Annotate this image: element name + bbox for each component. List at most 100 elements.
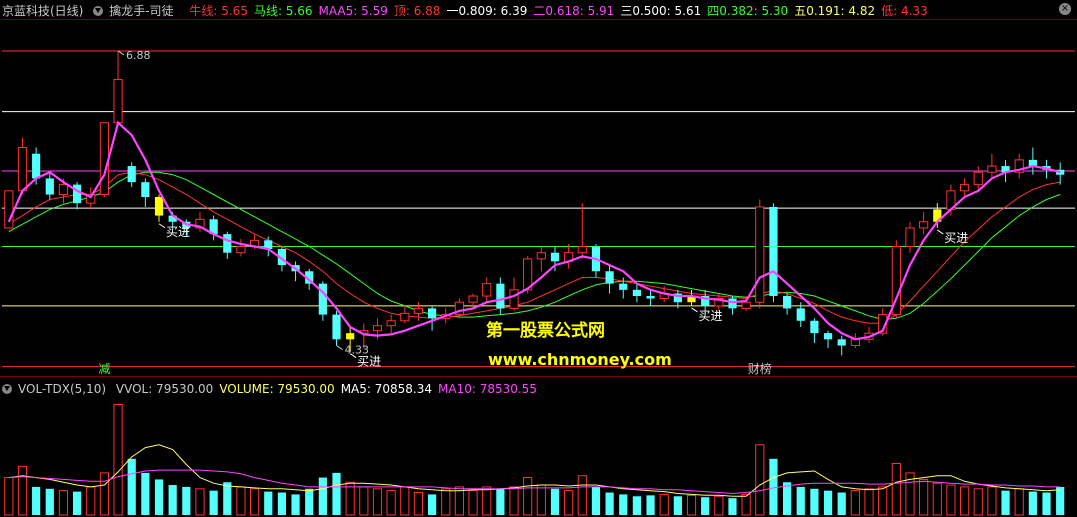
volume-bar (823, 490, 833, 515)
candle-body (509, 289, 519, 309)
volume-bar (195, 488, 205, 516)
candle-body (386, 320, 396, 327)
candle-body (810, 320, 819, 334)
candle-body (32, 153, 41, 179)
volume-bar (646, 495, 655, 515)
volume-bar (45, 488, 54, 515)
candle-body (400, 312, 410, 322)
volume-bar (86, 486, 96, 516)
volume-bar (632, 496, 641, 515)
high-label: 6.88 (126, 49, 151, 62)
volume-bar (550, 488, 560, 515)
candle-body (536, 252, 546, 260)
volume-bar (154, 479, 164, 515)
volume-bar (386, 490, 396, 516)
candle-body (605, 271, 614, 284)
volume-bar (659, 493, 669, 516)
volume-bar (714, 495, 724, 516)
buy-label: 买进 (357, 355, 381, 369)
candle-body (45, 178, 54, 195)
volume-bar (509, 486, 519, 516)
volume-bar (99, 472, 110, 516)
buy-label: 买进 (166, 225, 190, 239)
candle-body (372, 325, 383, 332)
candle-body (960, 184, 970, 192)
volume-bar (619, 494, 628, 515)
buy-pointer (691, 307, 698, 313)
volume-bar (741, 493, 751, 516)
volume-bar (1001, 490, 1010, 515)
watermark-title: 第一股票公式网 (486, 321, 605, 341)
volume-bar (605, 492, 614, 515)
candle-body (127, 166, 136, 183)
volume-bar (250, 488, 260, 516)
volume-bar (58, 490, 69, 516)
volume-bar (1028, 491, 1037, 515)
volume-bar (372, 488, 383, 516)
candle-body (332, 314, 341, 340)
candle-body (468, 295, 478, 303)
candle-body (837, 339, 846, 346)
volume-bar (496, 488, 505, 515)
volume-bar (577, 475, 587, 516)
candle-body (823, 333, 833, 340)
candle-body (987, 165, 997, 173)
volume-bar (591, 486, 601, 515)
buy-pointer (158, 223, 166, 229)
volume-bar (482, 486, 492, 516)
candle-body (223, 234, 232, 253)
volume-bar (441, 488, 451, 516)
volume-bar (305, 488, 314, 515)
volume-bar (946, 484, 956, 516)
candle-body (783, 296, 792, 309)
candle-body (905, 227, 915, 248)
volume-bar (291, 494, 300, 515)
candle-body (550, 252, 560, 262)
volume-bar (810, 488, 819, 515)
volume-bar (783, 482, 792, 515)
volume-bar (1014, 488, 1024, 516)
bull-line (8, 171, 1061, 324)
volume-bar (673, 496, 682, 515)
candle-body (58, 184, 69, 196)
volume-bar (755, 444, 765, 516)
candle-body (99, 122, 110, 196)
volume-bar (932, 482, 942, 516)
candle-body (413, 307, 424, 314)
volume-bar (701, 497, 710, 515)
buy-label: 买进 (944, 231, 968, 245)
volume-bar (73, 491, 82, 515)
volume-bar (32, 486, 41, 515)
volume-bar (769, 458, 778, 515)
volume-bar (878, 486, 888, 516)
volume-bar (987, 486, 997, 516)
high-pointer (117, 50, 125, 56)
volume-bar (413, 492, 424, 516)
volume-bar (960, 486, 970, 516)
reduce-label: 减 (98, 362, 110, 376)
volume-ma10-line (8, 469, 1061, 495)
candle-body (236, 246, 246, 254)
volume-bar (209, 490, 218, 515)
volume-bar (332, 472, 341, 515)
horse-line (8, 171, 1061, 321)
volume-bar (686, 494, 697, 516)
volume-bar (400, 486, 410, 516)
candle-body (482, 283, 492, 297)
kline-chart[interactable]: 6.884.33买进买进买进买进减 财榜 (0, 0, 1077, 517)
volume-bar (1042, 492, 1051, 515)
board-label: 财榜 (748, 361, 772, 376)
watermark-url: www.chnmoney.com (488, 350, 672, 369)
candle-body (4, 190, 14, 229)
volume-bar (113, 404, 123, 516)
candle-body (496, 283, 505, 309)
candle-body (17, 146, 28, 192)
volume-bar (796, 486, 805, 515)
candle-body (919, 221, 929, 229)
candle-body (73, 184, 82, 204)
volume-bar (359, 486, 369, 516)
candle-body (577, 246, 587, 254)
candle-body (632, 289, 641, 297)
volume-bar (891, 463, 901, 516)
candle-body (141, 182, 150, 197)
